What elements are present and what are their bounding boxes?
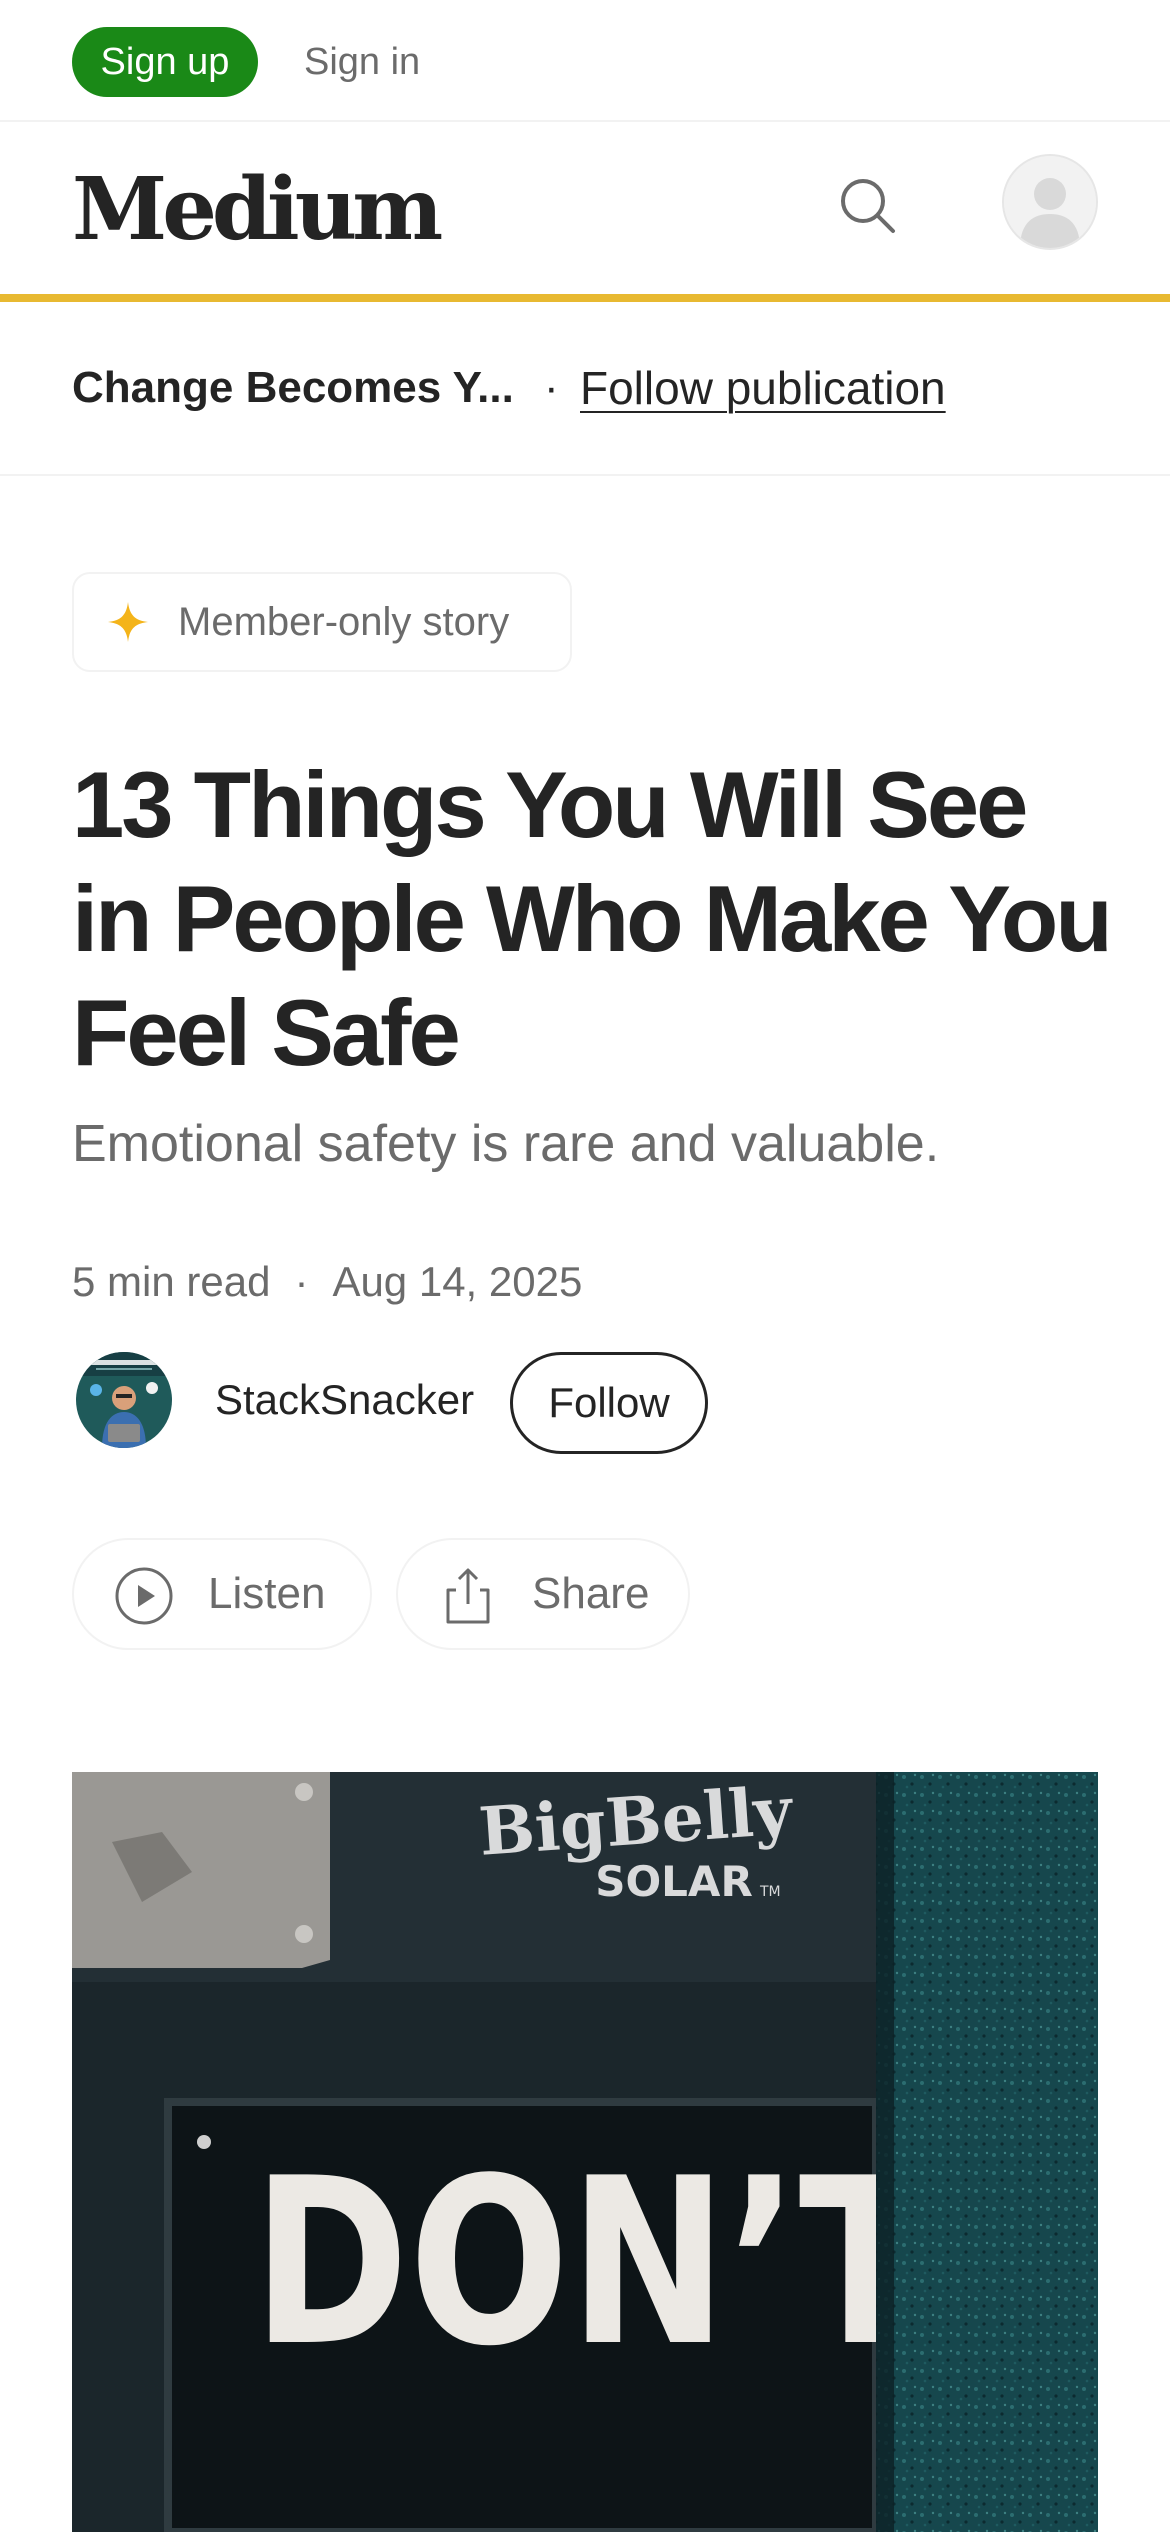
listen-label: Listen: [208, 1569, 326, 1618]
medium-logo[interactable]: Medium: [72, 155, 443, 265]
listen-button[interactable]: Listen: [72, 1538, 372, 1650]
user-avatar-button[interactable]: [1002, 154, 1098, 250]
share-label: Share: [532, 1569, 650, 1618]
member-only-badge: Member-only story: [72, 572, 572, 672]
top-bar: Sign up Sign in: [0, 0, 1170, 122]
share-icon: [446, 1568, 490, 1624]
story-subtitle: Emotional safety is rare and valuable.: [72, 1115, 940, 1173]
sparkle-star-icon: [108, 602, 148, 642]
sign-up-button[interactable]: Sign up: [72, 27, 258, 97]
author-name[interactable]: StackSnacker: [215, 1370, 474, 1430]
sign-in-link[interactable]: Sign in: [304, 27, 420, 97]
hero-brand-bottom: SOLAR: [595, 1857, 753, 1906]
publication-name[interactable]: Change Becomes Y...: [72, 358, 514, 418]
search-icon[interactable]: [836, 174, 900, 238]
meta-separator: ·: [294, 1258, 309, 1305]
hero-photo: BigBelly SOLAR TM DON’T: [72, 1772, 1098, 2532]
hero-image: BigBelly SOLAR TM DON’T: [72, 1772, 1098, 2532]
publish-date: Aug 14, 2025: [332, 1258, 583, 1305]
follow-publication-link[interactable]: Follow publication: [580, 358, 946, 418]
read-time: 5 min read: [72, 1258, 271, 1305]
author-avatar[interactable]: [76, 1352, 172, 1448]
author-avatar-image: [76, 1352, 172, 1448]
accent-divider: [0, 294, 1170, 302]
separator-dot: ·: [544, 363, 559, 412]
member-only-label: Member-only story: [178, 600, 510, 644]
share-button[interactable]: Share: [396, 1538, 690, 1650]
play-circle-icon: [115, 1567, 173, 1625]
story-meta: 5 min read · Aug 14, 2025: [72, 1252, 582, 1312]
publication-bar: Change Becomes Y... · Follow publication: [0, 302, 1170, 476]
site-header: Medium: [0, 122, 1170, 296]
hero-trademark: TM: [759, 1884, 781, 1900]
user-avatar-icon: [1004, 156, 1096, 248]
hero-sign-text: DON’T: [252, 2129, 927, 2397]
story-title: 13 Things You Will See in People Who Mak…: [72, 752, 1113, 1085]
follow-author-button[interactable]: Follow: [510, 1352, 708, 1454]
